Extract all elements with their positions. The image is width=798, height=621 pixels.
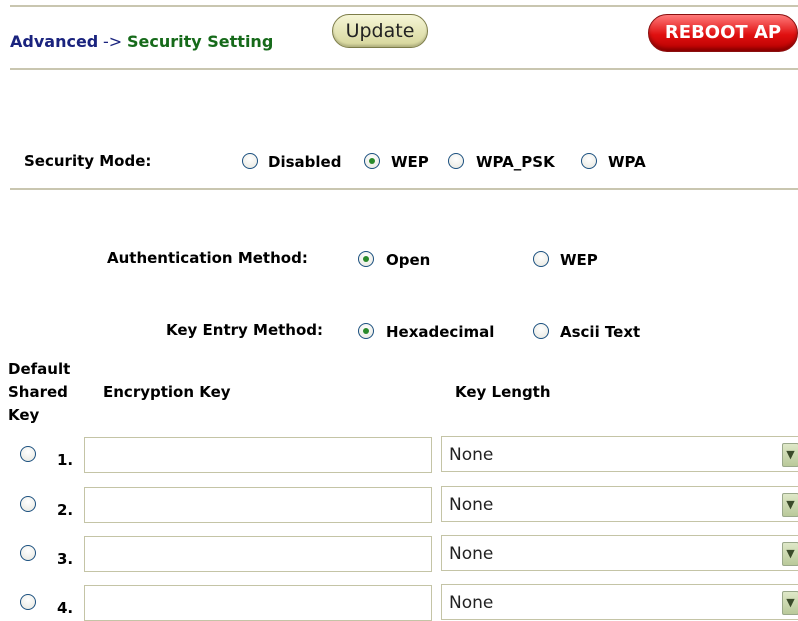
default-key-2-radio[interactable] xyxy=(20,496,36,512)
security-mode-wep-label[interactable]: WEP xyxy=(391,153,429,171)
key-number-3: 3. xyxy=(57,550,74,568)
security-mode-disabled-label[interactable]: Disabled xyxy=(268,153,341,171)
encryption-key-1-input[interactable] xyxy=(84,437,432,473)
security-mode-wep-radio[interactable] xyxy=(364,153,380,169)
col-header-default-line3: Key xyxy=(8,406,40,424)
col-header-key-length: Key Length xyxy=(455,383,551,401)
chevron-down-icon[interactable]: ▼ xyxy=(782,591,798,615)
key-length-1-select[interactable]: None ▼ xyxy=(441,436,798,472)
auth-open-radio[interactable] xyxy=(358,251,374,267)
security-mode-label: Security Mode: xyxy=(24,152,152,170)
security-mode-wpa-label[interactable]: WPA xyxy=(608,153,646,171)
security-mode-wpa-psk-label[interactable]: WPA_PSK xyxy=(476,153,555,171)
auth-open-label[interactable]: Open xyxy=(386,251,430,269)
security-mode-wpa-psk-radio[interactable] xyxy=(448,153,464,169)
chevron-down-icon[interactable]: ▼ xyxy=(782,493,798,517)
chevron-down-icon[interactable]: ▼ xyxy=(782,443,798,467)
security-mode-wpa-radio[interactable] xyxy=(581,153,597,169)
col-header-encryption-key: Encryption Key xyxy=(103,383,231,401)
default-key-1-radio[interactable] xyxy=(20,446,36,462)
reboot-ap-button[interactable]: REBOOT AP xyxy=(648,14,798,52)
chevron-down-icon[interactable]: ▼ xyxy=(782,542,798,566)
col-header-default-line2: Shared xyxy=(8,383,68,401)
breadcrumb: Advanced -> Security Setting xyxy=(10,32,273,51)
encryption-key-4-input[interactable] xyxy=(84,585,432,621)
key-length-1-value: None xyxy=(449,445,494,465)
update-button[interactable]: Update xyxy=(332,14,428,48)
col-header-default-line1: Default xyxy=(8,360,71,378)
breadcrumb-current: Security Setting xyxy=(127,32,274,51)
top-rule xyxy=(10,5,798,7)
key-length-3-value: None xyxy=(449,544,494,564)
key-entry-label: Key Entry Method: xyxy=(166,321,324,339)
key-number-2: 2. xyxy=(57,501,74,519)
key-length-4-value: None xyxy=(449,593,494,613)
key-number-4: 4. xyxy=(57,599,74,617)
auth-method-label: Authentication Method: xyxy=(107,249,308,267)
security-mode-disabled-radio[interactable] xyxy=(242,153,258,169)
key-entry-hex-label[interactable]: Hexadecimal xyxy=(386,323,494,341)
breadcrumb-advanced-link[interactable]: Advanced xyxy=(10,32,98,51)
key-length-3-select[interactable]: None ▼ xyxy=(441,535,798,571)
default-key-4-radio[interactable] xyxy=(20,594,36,610)
key-length-4-select[interactable]: None ▼ xyxy=(441,584,798,620)
auth-wep-radio[interactable] xyxy=(533,251,549,267)
key-number-1: 1. xyxy=(57,451,74,469)
default-key-3-radio[interactable] xyxy=(20,545,36,561)
key-length-2-value: None xyxy=(449,495,494,515)
key-entry-ascii-radio[interactable] xyxy=(533,323,549,339)
section-rule xyxy=(10,188,798,190)
key-entry-ascii-label[interactable]: Ascii Text xyxy=(560,323,640,341)
auth-wep-label[interactable]: WEP xyxy=(560,251,598,269)
encryption-key-3-input[interactable] xyxy=(84,536,432,572)
key-entry-hex-radio[interactable] xyxy=(358,323,374,339)
breadcrumb-separator: -> xyxy=(103,32,123,51)
header-rule xyxy=(10,68,798,70)
encryption-key-2-input[interactable] xyxy=(84,487,432,523)
key-length-2-select[interactable]: None ▼ xyxy=(441,486,798,522)
